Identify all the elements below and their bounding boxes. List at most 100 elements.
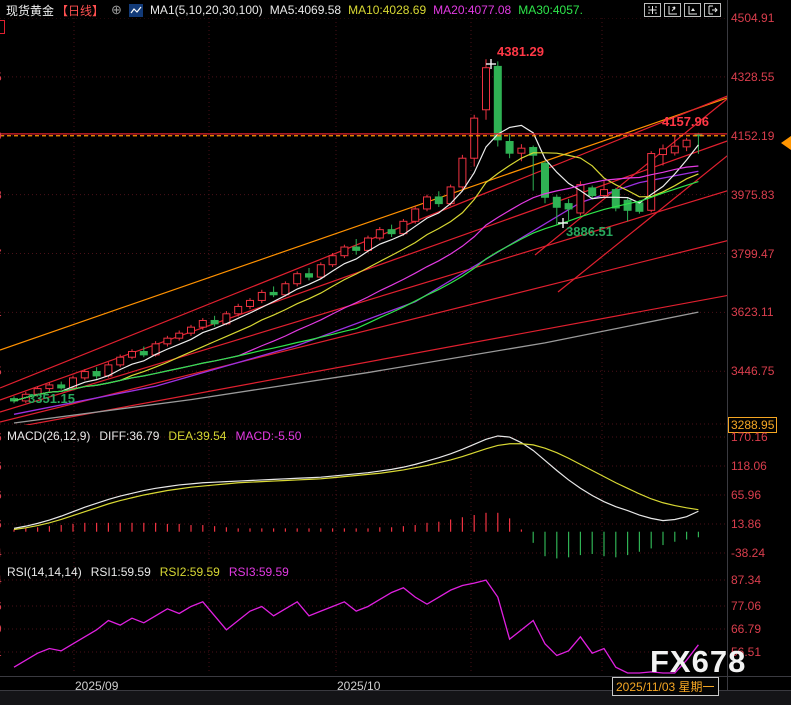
ma-settings-label[interactable]: MA1(5,10,20,30,100) bbox=[150, 3, 263, 17]
macd-axis-label: 65.96 bbox=[731, 488, 761, 502]
candle bbox=[660, 149, 667, 155]
candle bbox=[294, 274, 301, 284]
candle bbox=[671, 146, 678, 153]
rsi3-value: RSI3:59.59 bbox=[229, 565, 289, 579]
left-axis-digit: 3 bbox=[0, 188, 5, 202]
axis-divider[interactable] bbox=[727, 0, 728, 691]
price-axis-label: 3446.75 bbox=[731, 364, 774, 378]
price-panel[interactable] bbox=[0, 18, 732, 430]
rsi1-value: RSI1:59.59 bbox=[91, 565, 151, 579]
left-axis-digit: 5 bbox=[0, 70, 5, 84]
left-axis-digit: 1 bbox=[0, 645, 5, 659]
macd-header: MACD(26,12,9) DIFF:36.79 DEA:39.54 MACD:… bbox=[7, 429, 301, 443]
candle bbox=[317, 265, 324, 277]
candle bbox=[188, 327, 195, 333]
candle bbox=[211, 320, 218, 323]
rsi-panel[interactable] bbox=[0, 580, 727, 673]
macd-axis-label: -38.24 bbox=[731, 546, 765, 560]
ma-line bbox=[14, 166, 698, 401]
candle bbox=[270, 292, 277, 294]
candle bbox=[235, 306, 242, 313]
candle bbox=[81, 372, 88, 378]
candle bbox=[388, 230, 395, 234]
left-axis-digit: 7 bbox=[0, 247, 5, 261]
price-chart-canvas[interactable] bbox=[0, 0, 791, 705]
left-axis-digit: 6 bbox=[0, 599, 5, 613]
chart-toolbar bbox=[644, 3, 721, 17]
candle bbox=[140, 352, 147, 355]
candle bbox=[459, 158, 466, 187]
candle bbox=[282, 284, 289, 295]
x-axis-tick: 2025/09 bbox=[75, 679, 118, 693]
ma20-value: MA20:4077.08 bbox=[433, 3, 511, 17]
candle bbox=[518, 148, 525, 153]
left-axis-digit: 5 bbox=[0, 364, 5, 378]
candle bbox=[471, 118, 478, 158]
rsi-name[interactable]: RSI(14,14,14) bbox=[7, 565, 82, 579]
candle bbox=[258, 292, 265, 300]
candle bbox=[601, 190, 608, 196]
candle bbox=[636, 203, 643, 211]
candle bbox=[353, 247, 360, 250]
fx678-watermark: FX678 bbox=[650, 644, 746, 680]
zoom-x-axis-icon[interactable] bbox=[684, 3, 701, 17]
candle bbox=[341, 247, 348, 256]
rsi-header: RSI(14,14,14) RSI1:59.59 RSI2:59.59 RSI3… bbox=[7, 565, 289, 579]
macd-diff-value: DIFF:36.79 bbox=[99, 429, 159, 443]
ma-line bbox=[14, 182, 698, 401]
price-axis-label: 3975.83 bbox=[731, 188, 774, 202]
chart-header: 现货黄金 【日线】 ⊕ MA1(5,10,20,30,100) MA5:4069… bbox=[6, 2, 583, 18]
ma30-value: MA30:4057. bbox=[518, 3, 583, 17]
candle bbox=[376, 230, 383, 238]
candle bbox=[93, 372, 100, 376]
candle bbox=[412, 209, 419, 221]
zoom-y-axis-icon[interactable] bbox=[664, 3, 681, 17]
macd-axis-label: 13.86 bbox=[731, 517, 761, 531]
candle bbox=[435, 197, 442, 204]
pop-out-icon[interactable] bbox=[704, 3, 721, 17]
macd-diff-line bbox=[14, 436, 698, 528]
crosshair-pan-icon[interactable] bbox=[644, 3, 661, 17]
left-axis-digit: 6 bbox=[0, 488, 5, 502]
add-indicator-icon[interactable]: ⊕ bbox=[111, 2, 122, 18]
chart-type-icon[interactable] bbox=[129, 4, 143, 17]
macd-dea-value: DEA:39.54 bbox=[168, 429, 226, 443]
candle bbox=[553, 197, 560, 207]
candle bbox=[329, 256, 336, 265]
rsi-axis-label: 77.06 bbox=[731, 599, 761, 613]
current-price-arrow bbox=[781, 136, 791, 150]
candle bbox=[483, 68, 490, 110]
candle bbox=[424, 197, 431, 209]
macd-panel[interactable] bbox=[0, 436, 727, 558]
instrument-title: 现货黄金 bbox=[6, 2, 54, 19]
macd-axis-label: 118.06 bbox=[731, 459, 767, 473]
candle bbox=[199, 320, 206, 327]
macd-name[interactable]: MACD(26,12,9) bbox=[7, 429, 90, 443]
left-axis-digit: 4 bbox=[0, 546, 5, 560]
timeframe-label[interactable]: 【日线】 bbox=[56, 2, 104, 19]
candle bbox=[46, 385, 53, 389]
price-axis-label: 4152.19 bbox=[731, 129, 774, 143]
candle bbox=[506, 142, 513, 154]
left-axis-digit: 4 bbox=[0, 573, 5, 587]
price-axis-label: 3799.47 bbox=[731, 247, 774, 261]
candle bbox=[565, 204, 572, 209]
candle bbox=[400, 221, 407, 233]
candle bbox=[648, 154, 655, 211]
candle bbox=[365, 238, 372, 250]
rsi-line bbox=[14, 580, 698, 673]
candle bbox=[117, 357, 124, 365]
candle bbox=[164, 338, 171, 344]
candle bbox=[247, 300, 254, 306]
candle bbox=[589, 188, 596, 196]
candle bbox=[612, 190, 619, 208]
price-annotation: 3886.51 bbox=[566, 224, 613, 239]
candle bbox=[624, 200, 631, 210]
left-axis-digit: 6 bbox=[0, 517, 5, 531]
x-axis-tick: 2025/10 bbox=[337, 679, 380, 693]
price-annotation: 3351.15 bbox=[28, 391, 75, 406]
price-axis-label: 4504.91 bbox=[731, 11, 774, 25]
left-axis-digit: 6 bbox=[0, 430, 5, 444]
price-annotation: 4381.29 bbox=[497, 44, 544, 59]
left-axis-digit: 6 bbox=[0, 459, 5, 473]
